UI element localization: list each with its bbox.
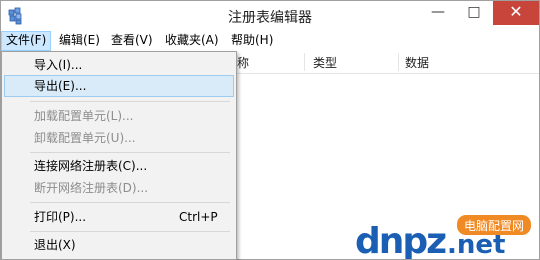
column-divider[interactable]: [304, 53, 305, 71]
menu-item-label: 连接网络注册表(C)...: [34, 159, 148, 173]
column-header-data[interactable]: 数据: [405, 54, 429, 71]
menu-item-import[interactable]: 导入(I)...: [4, 54, 232, 76]
menu-item-label: 加载配置单元(L)...: [34, 109, 134, 123]
registry-editor-window: 注册表编辑器 — □ ✕ 文件(F) 编辑(E) 查看(V) 收藏夹(A) 帮助…: [0, 0, 540, 260]
svg-text:dnpz: dnpz: [355, 221, 446, 259]
maximize-icon[interactable]: □: [457, 1, 491, 25]
menu-separator: [30, 202, 230, 203]
menu-file[interactable]: 文件(F): [1, 31, 52, 51]
menu-item-label: 导入(I)...: [34, 58, 83, 72]
menu-item-load-hive[interactable]: 加载配置单元(L)...: [4, 105, 232, 127]
site-watermark-logo: dnpz .net 电脑配置网: [355, 215, 531, 259]
menu-item-exit[interactable]: 退出(X): [4, 234, 232, 256]
menu-item-connect-network[interactable]: 连接网络注册表(C)...: [4, 155, 232, 177]
title-bar[interactable]: 注册表编辑器 — □ ✕: [1, 1, 539, 31]
menu-view[interactable]: 查看(V): [107, 31, 157, 51]
menu-favorites[interactable]: 收藏夹(A): [161, 31, 223, 51]
file-menu-dropdown: 导入(I)... 导出(E)... 加载配置单元(L)... 卸载配置单元(U)…: [1, 51, 237, 260]
menu-item-label: 断开网络注册表(D)...: [34, 181, 149, 195]
menu-item-shortcut: Ctrl+P: [179, 210, 218, 224]
column-header-type[interactable]: 类型: [313, 54, 337, 71]
menu-item-disconnect-network[interactable]: 断开网络注册表(D)...: [4, 177, 232, 199]
menu-item-label: 卸载配置单元(U)...: [34, 131, 136, 145]
menu-bar: 文件(F) 编辑(E) 查看(V) 收藏夹(A) 帮助(H): [1, 31, 539, 51]
close-icon[interactable]: ✕: [493, 1, 539, 25]
menu-separator: [30, 101, 230, 102]
menu-separator: [30, 152, 230, 153]
menu-item-label: 导出(E)...: [34, 79, 87, 93]
menu-item-label: 退出(X): [34, 238, 76, 252]
menu-edit[interactable]: 编辑(E): [55, 31, 104, 51]
menu-item-print[interactable]: 打印(P)... Ctrl+P: [4, 206, 232, 228]
menu-separator: [30, 231, 230, 232]
menu-item-unload-hive[interactable]: 卸载配置单元(U)...: [4, 127, 232, 149]
minimize-icon[interactable]: —: [421, 1, 455, 25]
menu-item-export[interactable]: 导出(E)...: [4, 75, 234, 97]
column-header-name[interactable]: 称: [237, 54, 249, 71]
menu-item-label: 打印(P)...: [34, 210, 87, 224]
svg-text:电脑配置网: 电脑配置网: [464, 219, 524, 233]
column-divider[interactable]: [398, 53, 399, 71]
menu-help[interactable]: 帮助(H): [227, 31, 277, 51]
